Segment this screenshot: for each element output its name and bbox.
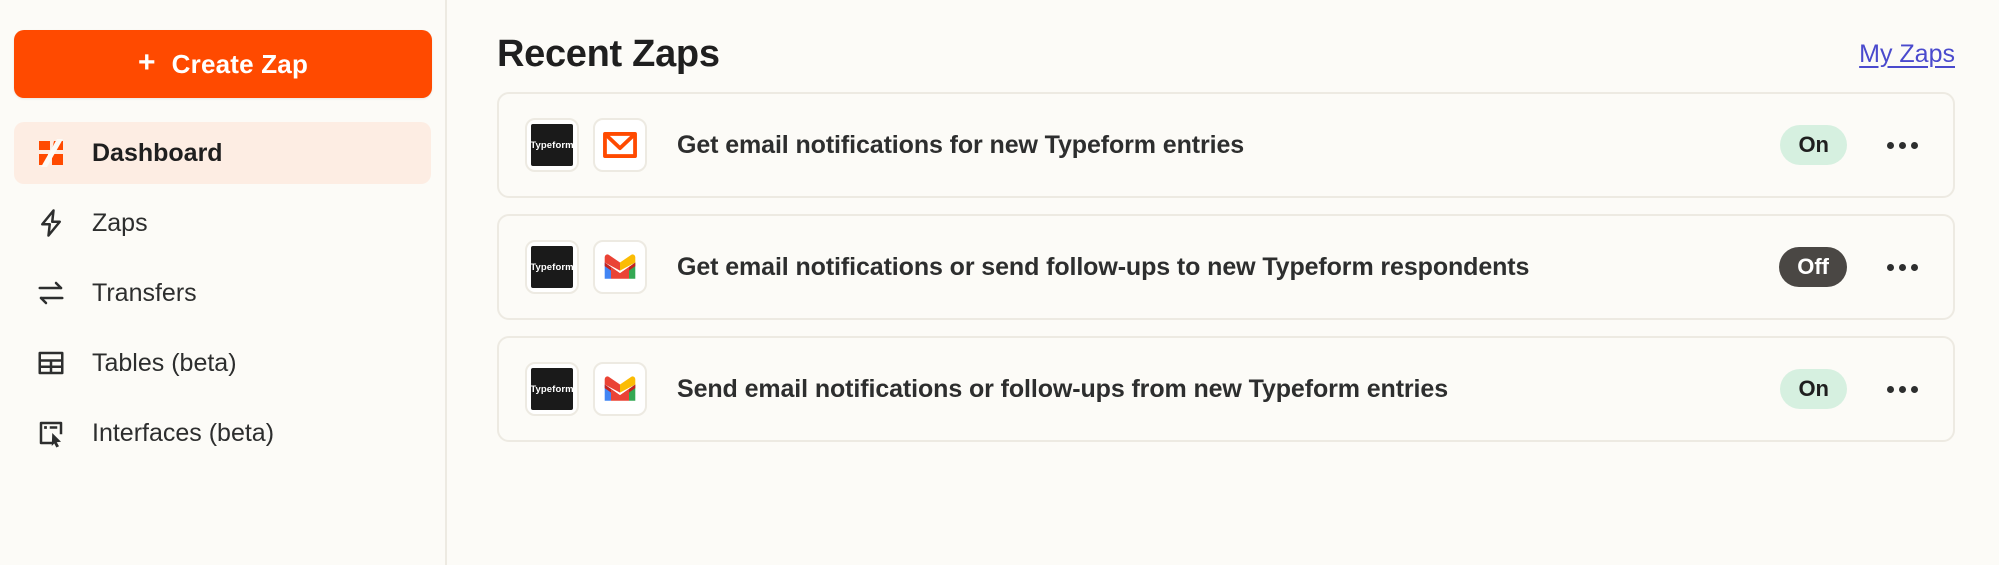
sidebar-item-interfaces[interactable]: Interfaces (beta) xyxy=(14,402,431,464)
dot xyxy=(1898,263,1906,271)
sidebar-item-label: Transfers xyxy=(92,278,197,307)
main-content: Recent Zaps My Zaps Typeform Get email n… xyxy=(447,0,1999,565)
zap-actions: Off xyxy=(1779,246,1923,288)
zap-card[interactable]: Typeform Get email notifications for new… xyxy=(497,92,1955,198)
zap-actions: On xyxy=(1780,368,1923,410)
main-header: Recent Zaps My Zaps xyxy=(497,0,1955,92)
gmail-icon xyxy=(593,362,647,416)
typeform-icon: Typeform xyxy=(525,362,579,416)
dot xyxy=(1910,141,1918,149)
lightning-icon xyxy=(34,206,68,240)
sidebar-item-label: Interfaces (beta) xyxy=(92,418,275,447)
dot xyxy=(1910,263,1918,271)
typeform-icon: Typeform xyxy=(525,240,579,294)
sidebar-item-dashboard[interactable]: Dashboard xyxy=(14,122,431,184)
dot xyxy=(1886,263,1894,271)
plus-icon: + xyxy=(137,46,156,79)
table-icon xyxy=(34,346,68,380)
ellipsis-icon[interactable] xyxy=(1881,246,1923,288)
dot xyxy=(1898,385,1906,393)
sidebar-item-label: Dashboard xyxy=(92,138,223,167)
interfaces-icon xyxy=(34,416,68,450)
typeform-label: Typeform xyxy=(530,124,574,166)
sidebar-item-label: Zaps xyxy=(92,208,148,237)
ellipsis-icon[interactable] xyxy=(1881,368,1923,410)
typeform-label: Typeform xyxy=(530,368,574,410)
status-badge[interactable]: On xyxy=(1780,125,1847,165)
typeform-icon: Typeform xyxy=(525,118,579,172)
gmail-icon xyxy=(593,240,647,294)
app-icons: Typeform xyxy=(525,240,647,294)
zap-title: Get email notifications for new Typeform… xyxy=(677,130,1245,159)
status-badge[interactable]: Off xyxy=(1779,247,1847,287)
dot xyxy=(1886,141,1894,149)
zap-list: Typeform Get email notifications for new… xyxy=(497,92,1955,442)
sidebar: + Create Zap Dashboard Zaps Transfers Ta… xyxy=(0,0,447,565)
sidebar-item-tables[interactable]: Tables (beta) xyxy=(14,332,431,394)
dot xyxy=(1886,385,1894,393)
dashboard-icon xyxy=(34,136,68,170)
app-icons: Typeform xyxy=(525,362,647,416)
email-envelope-icon xyxy=(593,118,647,172)
app-root: + Create Zap Dashboard Zaps Transfers Ta… xyxy=(0,0,1999,565)
zap-actions: On xyxy=(1780,124,1923,166)
sidebar-nav: Dashboard Zaps Transfers Tables (beta) I… xyxy=(14,122,431,464)
zap-card[interactable]: Typeform Get email notifications or send… xyxy=(497,214,1955,320)
status-badge[interactable]: On xyxy=(1780,369,1847,409)
ellipsis-icon[interactable] xyxy=(1881,124,1923,166)
my-zaps-link[interactable]: My Zaps xyxy=(1859,40,1955,69)
typeform-label: Typeform xyxy=(530,246,574,288)
sidebar-item-zaps[interactable]: Zaps xyxy=(14,192,431,254)
zap-card[interactable]: Typeform Send email notifications or fol… xyxy=(497,336,1955,442)
sidebar-item-label: Tables (beta) xyxy=(92,348,237,377)
zap-title: Send email notifications or follow-ups f… xyxy=(677,374,1449,403)
create-zap-button[interactable]: + Create Zap xyxy=(14,30,432,98)
sidebar-item-transfers[interactable]: Transfers xyxy=(14,262,431,324)
dot xyxy=(1898,141,1906,149)
transfer-icon xyxy=(34,276,68,310)
page-title: Recent Zaps xyxy=(497,32,720,75)
create-zap-label: Create Zap xyxy=(171,48,309,79)
app-icons: Typeform xyxy=(525,118,647,172)
dot xyxy=(1910,385,1918,393)
zap-title: Get email notifications or send follow-u… xyxy=(677,252,1530,281)
